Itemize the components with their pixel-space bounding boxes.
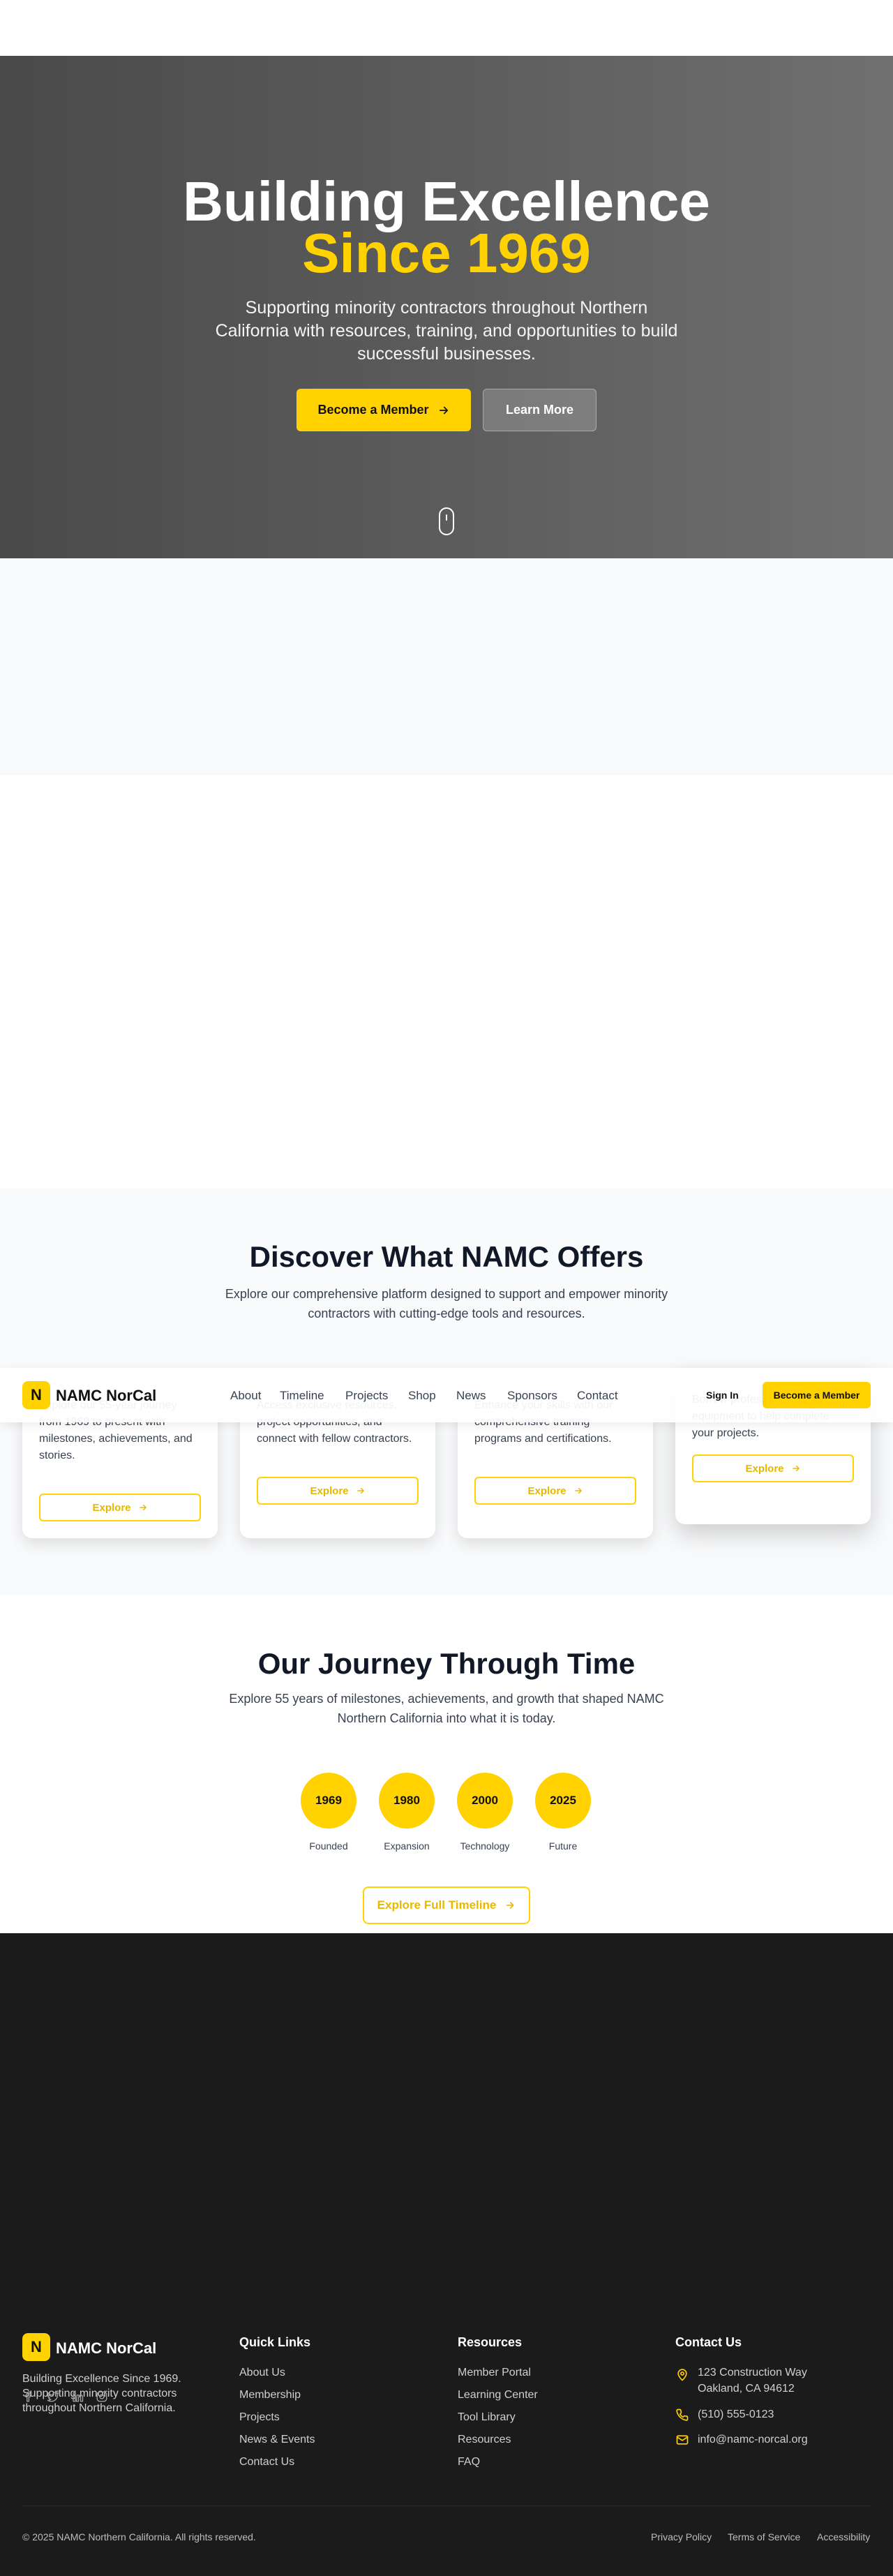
footer-brand[interactable]: NAMC NorCal — [56, 2339, 156, 2358]
nav-link-projects[interactable]: Projects — [345, 1389, 388, 1403]
footer-quick-links-title: Quick Links — [239, 2335, 311, 2349]
phone-icon — [675, 2408, 689, 2422]
instagram-icon[interactable] — [96, 2390, 108, 2403]
footer-logo[interactable]: N — [22, 2333, 50, 2361]
footer-link-projects[interactable]: Projects — [239, 2411, 280, 2424]
nav-link-timeline[interactable]: Timeline — [280, 1389, 324, 1403]
hero-learn-more-label: Learn More — [505, 403, 574, 417]
footer-link-member-portal[interactable]: Member Portal — [458, 2367, 531, 2379]
nav-link-shop[interactable]: Shop — [408, 1389, 436, 1403]
hero-learn-more-button[interactable]: Learn More — [483, 389, 596, 431]
explore-full-timeline-label: Explore Full Timeline — [377, 1898, 497, 1912]
footer-link-about-us[interactable]: About Us — [239, 2367, 285, 2379]
hero-become-member-button[interactable]: Become a Member — [297, 389, 471, 431]
nav-link-news[interactable]: News — [456, 1389, 486, 1403]
footer-link-contact-us[interactable]: Contact Us — [239, 2456, 294, 2469]
sign-in-link[interactable]: Sign In — [706, 1390, 739, 1401]
timeline-subtitle: Explore 55 years of milestones, achievem… — [229, 1692, 664, 1725]
timeline-year-1969[interactable]: 1969 — [301, 1773, 357, 1829]
content-band — [0, 558, 893, 775]
feature-card-explore-button[interactable]: Explore — [474, 1477, 636, 1505]
top-navbar: N NAMC NorCal About Timeline Projects Sh… — [0, 1368, 893, 1422]
footer-address-line1: 123 Construction Way — [698, 2367, 807, 2378]
footer-link-faq[interactable]: FAQ — [458, 2456, 480, 2469]
footer-terms-link[interactable]: Terms of Service — [728, 2531, 800, 2543]
footer-phone[interactable]: (510) 555-0123 — [698, 2409, 774, 2421]
footer-email[interactable]: info@namc-norcal.org — [698, 2434, 808, 2446]
navbar-logo[interactable]: N — [22, 1381, 50, 1409]
feature-card-explore-button[interactable]: Explore — [257, 1477, 419, 1505]
timeline-title: Our Journey Through Time — [257, 1647, 636, 1680]
footer-address-line2: Oakland, CA 94612 — [698, 2383, 795, 2395]
hero-subtitle: Supporting minority contractors througho… — [215, 298, 678, 364]
mouse-scroll-icon[interactable] — [439, 507, 454, 535]
explore-label: Explore — [745, 1462, 784, 1475]
mail-icon — [675, 2433, 689, 2447]
timeline-label-expansion: Expansion — [384, 1840, 430, 1852]
timeline-label-founded: Founded — [309, 1840, 348, 1852]
navbar-become-member-button[interactable]: Become a Member — [763, 1382, 871, 1408]
hero-title-line2: Since 1969 — [302, 222, 591, 284]
footer-link-tool-library[interactable]: Tool Library — [458, 2411, 516, 2424]
timeline-year-2025[interactable]: 2025 — [535, 1773, 591, 1829]
footer-link-resources[interactable]: Resources — [458, 2434, 511, 2446]
feature-card-explore-button[interactable]: Explore — [692, 1454, 854, 1482]
explore-label: Explore — [92, 1501, 131, 1514]
arrow-right-icon — [573, 1486, 583, 1496]
twitter-icon[interactable] — [47, 2390, 59, 2403]
explore-full-timeline-button[interactable]: Explore Full Timeline — [363, 1886, 530, 1924]
linkedin-icon[interactable] — [71, 2390, 84, 2403]
arrow-right-icon — [504, 1900, 516, 1911]
footer-contact-title: Contact Us — [675, 2335, 742, 2349]
footer-accessibility-link[interactable]: Accessibility — [817, 2531, 870, 2543]
explore-label: Explore — [310, 1484, 349, 1497]
timeline-label-technology: Technology — [460, 1840, 510, 1852]
timeline-label-future: Future — [548, 1840, 578, 1852]
arrow-right-icon — [437, 404, 450, 417]
facebook-icon[interactable] — [22, 2390, 35, 2403]
hero-title: Building Excellence Since 1969 — [0, 174, 893, 284]
explore-label: Explore — [527, 1484, 566, 1497]
footer-resources-title: Resources — [458, 2335, 523, 2349]
nav-link-contact[interactable]: Contact — [577, 1389, 618, 1403]
discover-subtitle: Explore our comprehensive platform desig… — [225, 1287, 668, 1320]
footer-copyright: © 2025 NAMC Northern California. All rig… — [22, 2531, 256, 2543]
footer-link-learning-center[interactable]: Learning Center — [458, 2389, 538, 2402]
timeline-year-2000[interactable]: 2000 — [457, 1773, 513, 1829]
footer — [0, 1933, 893, 2576]
timeline-year-1980[interactable]: 1980 — [379, 1773, 435, 1829]
footer-link-news-events[interactable]: News & Events — [239, 2434, 315, 2446]
footer-link-membership[interactable]: Membership — [239, 2389, 301, 2402]
discover-title: Discover What NAMC Offers — [249, 1240, 644, 1273]
map-pin-icon — [675, 2368, 689, 2382]
nav-link-sponsors[interactable]: Sponsors — [507, 1389, 557, 1403]
arrow-right-icon — [356, 1486, 366, 1496]
arrow-right-icon — [138, 1503, 148, 1512]
footer-privacy-policy-link[interactable]: Privacy Policy — [651, 2531, 712, 2543]
hero-become-member-label: Become a Member — [317, 403, 429, 417]
navbar-brand[interactable]: NAMC NorCal — [56, 1387, 156, 1405]
nav-link-about[interactable]: About — [230, 1389, 261, 1403]
arrow-right-icon — [791, 1464, 801, 1473]
feature-card-explore-button[interactable]: Explore — [39, 1494, 201, 1521]
